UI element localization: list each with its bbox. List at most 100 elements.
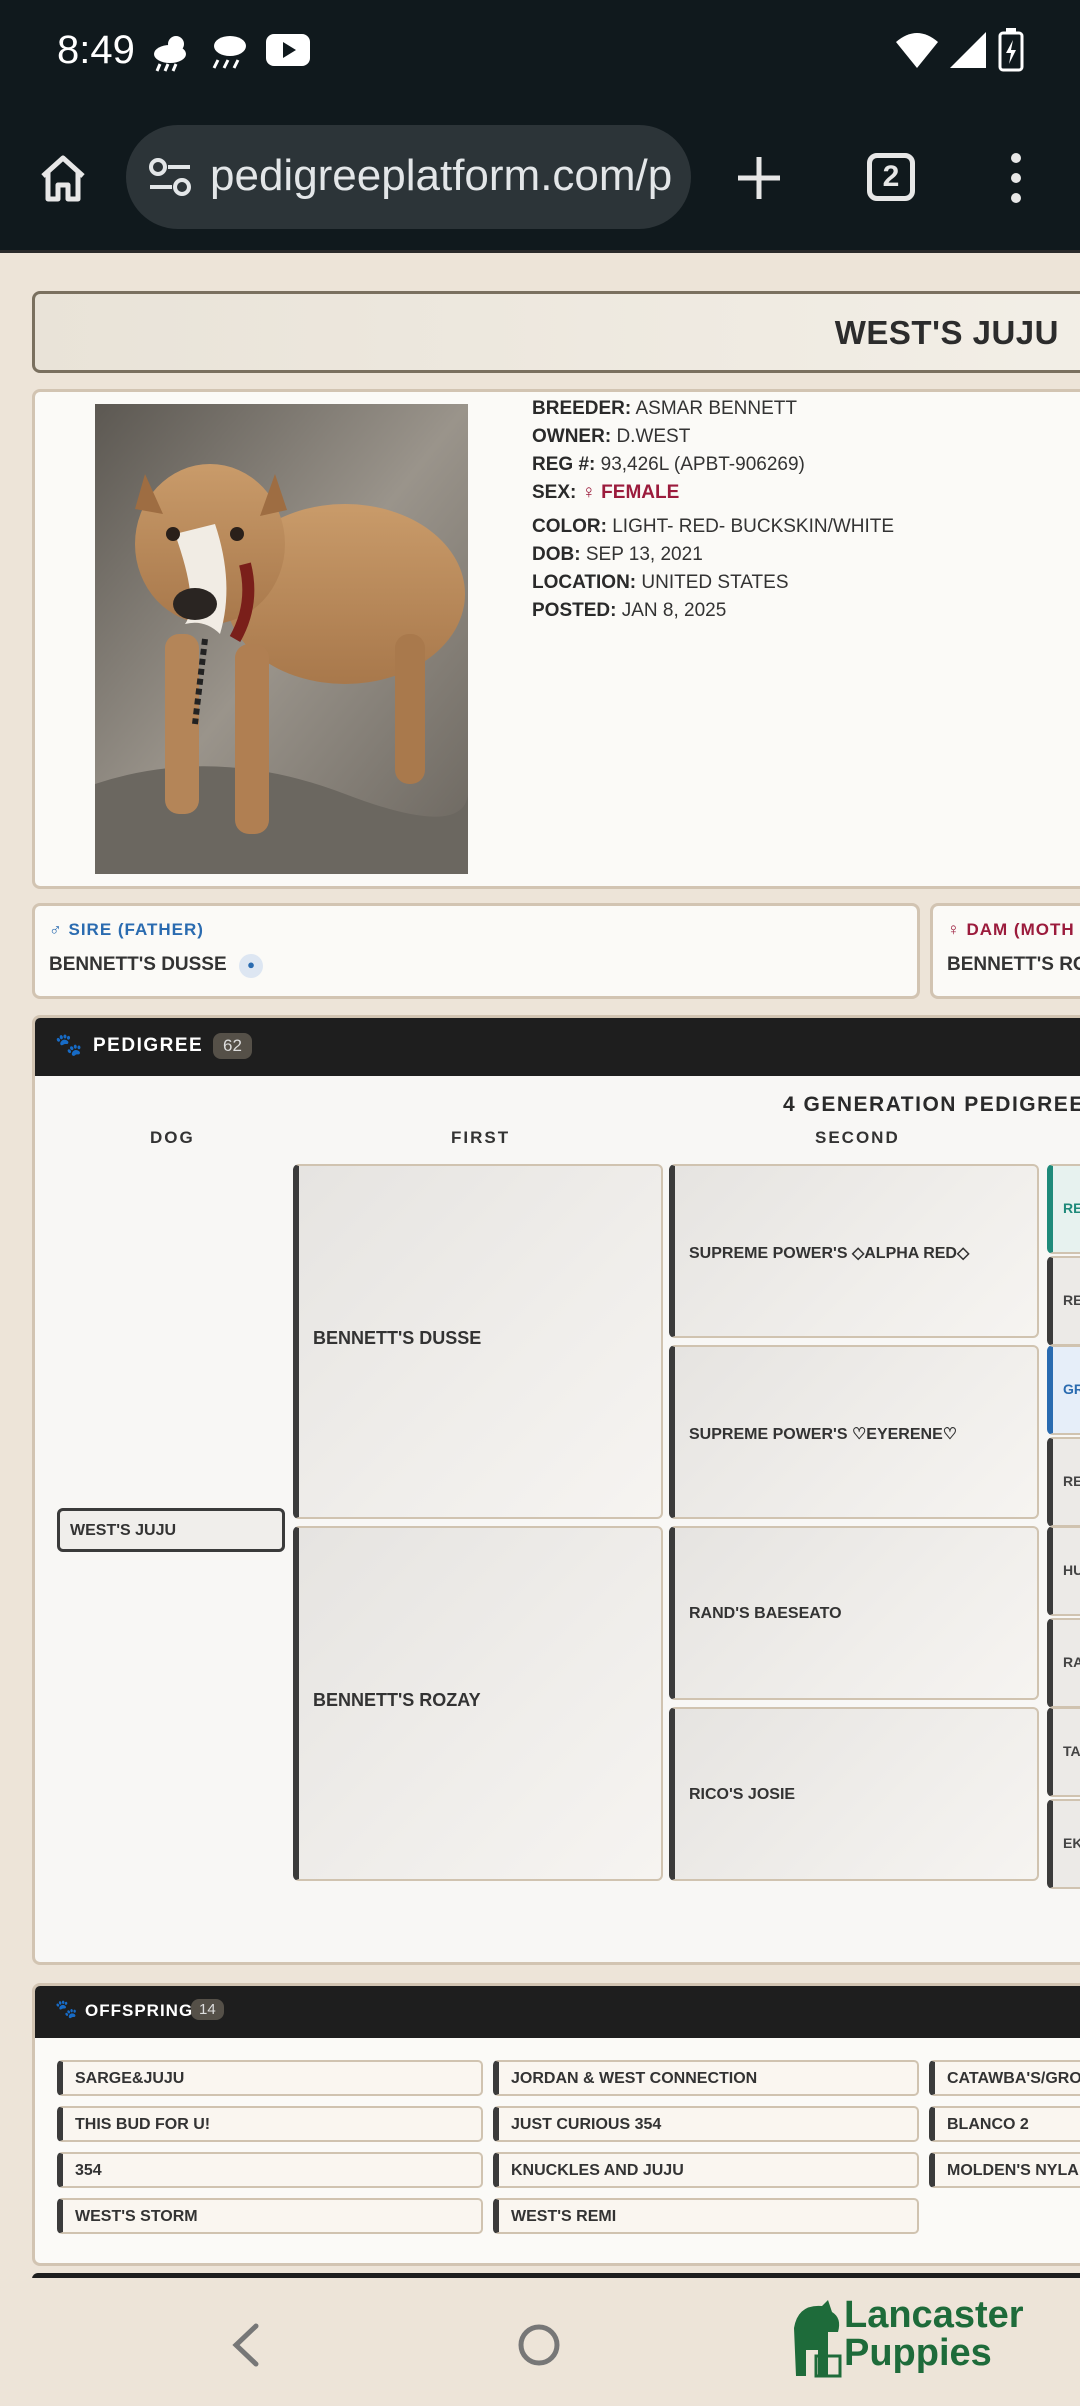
pedigree-third-6[interactable]: RA <box>1047 1618 1080 1708</box>
status-bar: 8:49 <box>0 0 1080 105</box>
owner-row: OWNER: D.WEST <box>532 426 690 448</box>
sire-name-row: BENNETT'S DUSSE ● <box>49 954 264 978</box>
sire-card[interactable]: ♂ SIRE (FATHER) BENNETT'S DUSSE ● <box>32 903 920 999</box>
sire-name[interactable]: BENNETT'S DUSSE <box>49 954 227 975</box>
title-bar: WEST'S JUJU <box>32 291 1080 373</box>
location-label: LOCATION: <box>532 572 637 593</box>
status-time: 8:49 <box>57 28 135 72</box>
offspring-item[interactable]: BLANCO 2 <box>929 2106 1080 2142</box>
pedigree-name: BENNETT'S DUSSE <box>313 1328 482 1348</box>
pedigree-name: TA <box>1063 1743 1080 1759</box>
male-icon: ♂ <box>49 920 63 939</box>
offspring-item[interactable]: JUST CURIOUS 354 <box>493 2106 919 2142</box>
pedigree-third-4[interactable]: RE <box>1047 1437 1080 1527</box>
color-label: COLOR: <box>532 516 607 537</box>
pedigree-first-dam[interactable]: BENNETT'S ROZAY <box>293 1526 663 1881</box>
pedigree-third-5[interactable]: HU <box>1047 1526 1080 1616</box>
dog-photo[interactable] <box>95 404 468 874</box>
watermark-line1: Lancaster <box>844 2294 1024 2336</box>
offspring-item[interactable]: JORDAN & WEST CONNECTION <box>493 2060 919 2096</box>
home-icon[interactable] <box>38 153 88 203</box>
url-text: pedigreeplatform.com/p <box>210 151 673 200</box>
pedigree-second-4[interactable]: RICO'S JOSIE <box>669 1707 1039 1881</box>
camera-icon[interactable]: ● <box>239 954 264 978</box>
offspring-item[interactable]: MOLDEN'S NYLA <box>929 2152 1080 2188</box>
pedigree-name: RE <box>1063 1292 1080 1308</box>
pedigree-name: HU <box>1063 1562 1080 1578</box>
pedigree-second-1[interactable]: SUPREME POWER'S ◇ALPHA RED◇ <box>669 1164 1039 1338</box>
col-first: FIRST <box>451 1128 511 1147</box>
system-nav-bar: Lancaster Puppies <box>0 2278 1080 2406</box>
pedigree-first-sire[interactable]: BENNETT'S DUSSE <box>293 1164 663 1519</box>
home-nav-icon[interactable] <box>516 2322 562 2368</box>
back-icon[interactable] <box>230 2322 260 2368</box>
pedigree-name: GR <box>1063 1381 1080 1397</box>
pedigree-name: EK <box>1063 1835 1080 1851</box>
pedigree-second-3[interactable]: RAND'S BAESEATO <box>669 1526 1039 1700</box>
pedigree-dog-box[interactable]: WEST'S JUJU <box>57 1508 285 1552</box>
pedigree-third-3[interactable]: GR <box>1047 1345 1080 1435</box>
offspring-count-badge: 14 <box>191 1999 224 2020</box>
pedigree-name: SUPREME POWER'S ◇ALPHA RED◇ <box>689 1245 970 1262</box>
female-icon: ♀ <box>581 482 596 503</box>
lancaster-puppies-watermark: Lancaster Puppies <box>788 2292 1048 2384</box>
dob-value: SEP 13, 2021 <box>585 544 703 565</box>
color-value: LIGHT- RED- BUCKSKIN/WHITE <box>612 516 895 537</box>
reg-row: REG #: 93,426L (APBT-906269) <box>532 454 805 476</box>
pedigree-title: PEDIGREE <box>93 1035 204 1056</box>
posted-value: JAN 8, 2025 <box>621 600 727 621</box>
site-settings-icon[interactable] <box>148 157 192 197</box>
watermark-line2: Puppies <box>844 2332 992 2374</box>
pedigree-third-8[interactable]: EK <box>1047 1799 1080 1889</box>
tab-switcher-button[interactable]: 2 <box>867 153 915 201</box>
pedigree-dog-name: WEST'S JUJU <box>70 1522 177 1539</box>
dob-row: DOB: SEP 13, 2021 <box>532 544 703 566</box>
dob-label: DOB: <box>532 544 581 565</box>
sex-value: FEMALE <box>601 482 680 503</box>
offspring-item[interactable]: WEST'S STORM <box>57 2198 483 2234</box>
breeder-value: ASMAR BENNETT <box>635 398 797 419</box>
offspring-item[interactable]: KNUCKLES AND JUJU <box>493 2152 919 2188</box>
offspring-item[interactable]: WEST'S REMI <box>493 2198 919 2234</box>
new-tab-icon[interactable] <box>736 155 782 201</box>
dam-card[interactable]: ♀ DAM (MOTH BENNETT'S RO <box>930 903 1080 999</box>
battery-icon <box>998 28 1024 72</box>
reg-label: REG #: <box>532 454 596 475</box>
sire-label-row: ♂ SIRE (FATHER) <box>49 920 204 940</box>
paw-icon: 🐾 <box>55 1032 83 1057</box>
pedigree-name: RE <box>1063 1473 1080 1489</box>
col-second: SECOND <box>815 1128 900 1147</box>
pedigree-third-1[interactable]: RE <box>1047 1164 1080 1254</box>
pedigree-third-2[interactable]: RE <box>1047 1256 1080 1346</box>
dam-label-row: ♀ DAM (MOTH <box>947 920 1075 940</box>
page-title: WEST'S JUJU <box>834 314 1059 351</box>
offspring-item[interactable]: CATAWBA'S/GRO <box>929 2060 1080 2096</box>
watermark-logo-icon <box>794 2300 842 2378</box>
breeder-row: BREEDER: ASMAR BENNETT <box>532 398 797 420</box>
female-icon: ♀ <box>947 920 961 939</box>
wifi-icon <box>896 33 938 68</box>
location-value: UNITED STATES <box>641 572 789 593</box>
owner-value: D.WEST <box>616 426 691 447</box>
pedigree-name: SUPREME POWER'S ♡EYERENE♡ <box>689 1426 958 1443</box>
address-bar[interactable]: pedigreeplatform.com/p <box>126 125 691 229</box>
offspring-item[interactable]: 354 <box>57 2152 483 2188</box>
offspring-item[interactable]: THIS BUD FOR U! <box>57 2106 483 2142</box>
menu-icon[interactable] <box>1006 151 1026 205</box>
offspring-card: 🐾 OFFSPRING 14 SARGE&JUJU JORDAN & WEST … <box>32 1983 1080 2266</box>
dam-name[interactable]: BENNETT'S RO <box>947 954 1080 976</box>
sex-label: SEX: <box>532 482 577 503</box>
youtube-icon <box>266 34 310 66</box>
pedigree-header: 🐾 PEDIGREE 62 <box>35 1018 1080 1076</box>
location-row: LOCATION: UNITED STATES <box>532 572 789 594</box>
offspring-header: 🐾 OFFSPRING 14 <box>35 1986 1080 2038</box>
dam-label: DAM (MOTH <box>966 920 1075 939</box>
pedigree-name: RICO'S JOSIE <box>689 1786 796 1803</box>
browser-toolbar: pedigreeplatform.com/p 2 <box>0 105 1080 253</box>
offspring-item[interactable]: SARGE&JUJU <box>57 2060 483 2096</box>
pedigree-name: BENNETT'S ROZAY <box>313 1690 481 1710</box>
pedigree-second-2[interactable]: SUPREME POWER'S ♡EYERENE♡ <box>669 1345 1039 1519</box>
weather-storm-icon <box>212 36 246 69</box>
pedigree-third-7[interactable]: TA <box>1047 1707 1080 1797</box>
offspring-title: OFFSPRING <box>85 2001 194 2020</box>
